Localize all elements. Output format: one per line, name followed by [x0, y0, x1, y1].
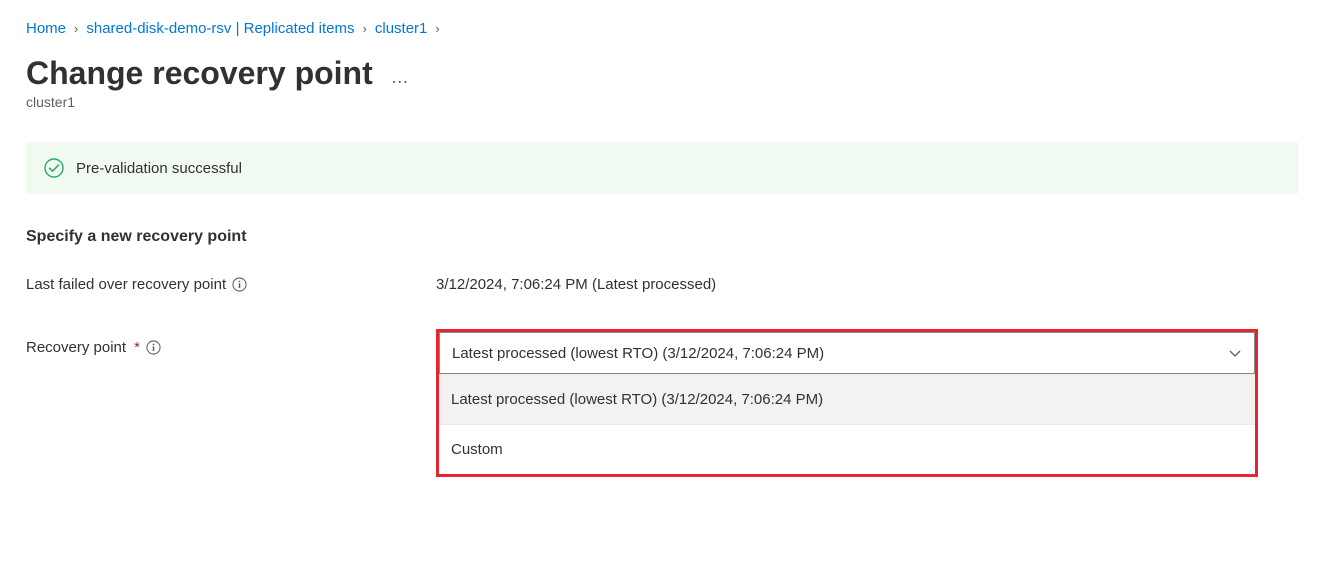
last-failed-label-text: Last failed over recovery point: [26, 276, 226, 293]
recovery-point-label: Recovery point *: [26, 329, 436, 356]
page-title-row: Change recovery point …: [26, 55, 1298, 92]
chevron-right-icon: ›: [74, 21, 78, 36]
page-title: Change recovery point: [26, 55, 373, 92]
breadcrumb: Home › shared-disk-demo-rsv | Replicated…: [26, 20, 1298, 37]
breadcrumb-cluster[interactable]: cluster1: [375, 20, 428, 37]
breadcrumb-replicated-items[interactable]: shared-disk-demo-rsv | Replicated items: [86, 20, 354, 37]
dropdown-selected[interactable]: Latest processed (lowest RTO) (3/12/2024…: [439, 332, 1255, 374]
success-notification: Pre-validation successful: [26, 142, 1298, 194]
last-failed-value: 3/12/2024, 7:06:24 PM (Latest processed): [436, 276, 1298, 293]
dropdown-option[interactable]: Custom: [439, 424, 1255, 474]
required-indicator: *: [134, 339, 140, 356]
breadcrumb-home[interactable]: Home: [26, 20, 66, 37]
recovery-point-row: Recovery point * Latest processed (lowes…: [26, 329, 1298, 477]
chevron-right-icon: ›: [363, 21, 367, 36]
dropdown-options-list: Latest processed (lowest RTO) (3/12/2024…: [439, 374, 1255, 474]
last-failed-label: Last failed over recovery point: [26, 276, 436, 293]
info-icon[interactable]: [232, 277, 247, 292]
chevron-right-icon: ›: [435, 21, 439, 36]
more-actions-button[interactable]: …: [391, 67, 410, 88]
recovery-point-dropdown[interactable]: Latest processed (lowest RTO) (3/12/2024…: [436, 329, 1258, 477]
page-subtitle: cluster1: [26, 94, 1298, 110]
dropdown-selected-text: Latest processed (lowest RTO) (3/12/2024…: [452, 345, 824, 362]
chevron-down-icon: [1228, 346, 1242, 360]
notification-text: Pre-validation successful: [76, 160, 242, 177]
section-header: Specify a new recovery point: [26, 228, 1298, 246]
dropdown-option[interactable]: Latest processed (lowest RTO) (3/12/2024…: [439, 374, 1255, 424]
success-check-icon: [44, 158, 64, 178]
info-icon[interactable]: [146, 340, 161, 355]
last-failed-row: Last failed over recovery point 3/12/202…: [26, 276, 1298, 293]
recovery-point-label-text: Recovery point: [26, 339, 126, 356]
